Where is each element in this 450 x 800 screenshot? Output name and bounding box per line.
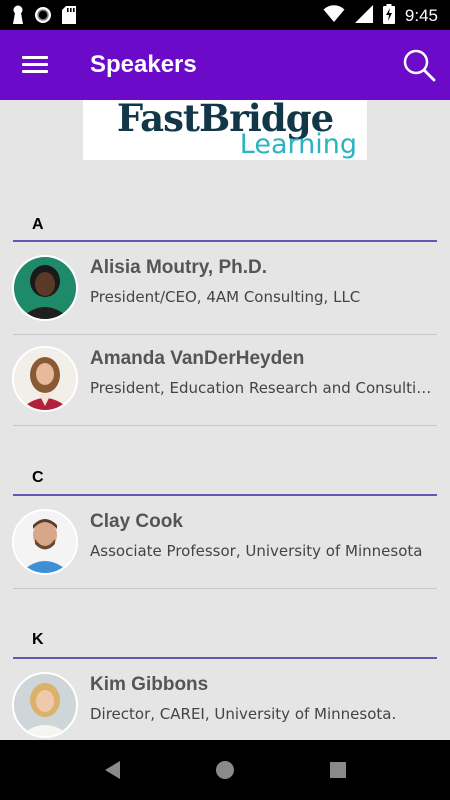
menu-button[interactable] — [22, 53, 48, 77]
speaker-name: Alisia Moutry, Ph.D. — [90, 257, 268, 278]
signal-icon — [354, 5, 373, 27]
recents-button[interactable] — [326, 758, 350, 782]
speaker-title: President, Education Research and Consul… — [90, 379, 437, 397]
section-header-a: A — [32, 216, 44, 233]
status-time: 9:45 — [404, 6, 438, 25]
back-icon — [105, 761, 120, 779]
search-button[interactable] — [402, 48, 436, 82]
avatar — [12, 346, 78, 412]
row-divider — [13, 588, 437, 589]
system-nav-bar — [0, 740, 450, 800]
fastbridge-logo: FastBridge Learning — [83, 100, 367, 160]
app-bar: Speakers — [0, 30, 450, 100]
avatar — [12, 255, 78, 321]
section-header-c: C — [32, 469, 44, 486]
speaker-row-alisia-moutry[interactable]: Alisia Moutry, Ph.D. President/CEO, 4AM … — [0, 243, 450, 333]
section-divider — [13, 494, 437, 496]
menu-icon — [22, 56, 48, 59]
row-divider — [13, 425, 437, 426]
speaker-row-amanda-vanderheyden[interactable]: Amanda VanDerHeyden President, Education… — [0, 334, 450, 424]
speaker-list[interactable]: FastBridge Learning A Alisia Moutry, Ph.… — [0, 100, 450, 740]
recents-icon — [330, 762, 346, 778]
section-divider — [13, 240, 437, 242]
page-title: Speakers — [90, 51, 197, 78]
speaker-name: Clay Cook — [90, 511, 183, 532]
speaker-row-kim-gibbons[interactable]: Kim Gibbons Director, CAREI, University … — [0, 660, 450, 740]
speaker-row-clay-cook[interactable]: Clay Cook Associate Professor, Universit… — [0, 497, 450, 587]
speaker-title: Director, CAREI, University of Minnesota… — [90, 705, 397, 723]
speaker-title: President/CEO, 4AM Consulting, LLC — [90, 288, 361, 306]
speaker-name: Amanda VanDerHeyden — [90, 348, 305, 369]
keyhole-icon — [12, 5, 24, 29]
record-icon — [34, 6, 52, 28]
wifi-icon — [323, 5, 345, 27]
section-divider — [13, 657, 437, 659]
avatar — [12, 672, 78, 738]
speaker-title: Associate Professor, University of Minne… — [90, 542, 423, 560]
home-icon — [216, 761, 234, 779]
search-icon — [403, 49, 436, 82]
section-header-k: K — [32, 631, 44, 648]
logo-line-2: Learning — [239, 129, 357, 160]
sd-card-icon — [62, 6, 76, 28]
speaker-name: Kim Gibbons — [90, 674, 209, 695]
back-button[interactable] — [100, 758, 124, 782]
avatar — [12, 509, 78, 575]
home-button[interactable] — [213, 758, 237, 782]
status-bar: 9:45 — [0, 0, 450, 30]
battery-charging-icon — [382, 4, 395, 28]
